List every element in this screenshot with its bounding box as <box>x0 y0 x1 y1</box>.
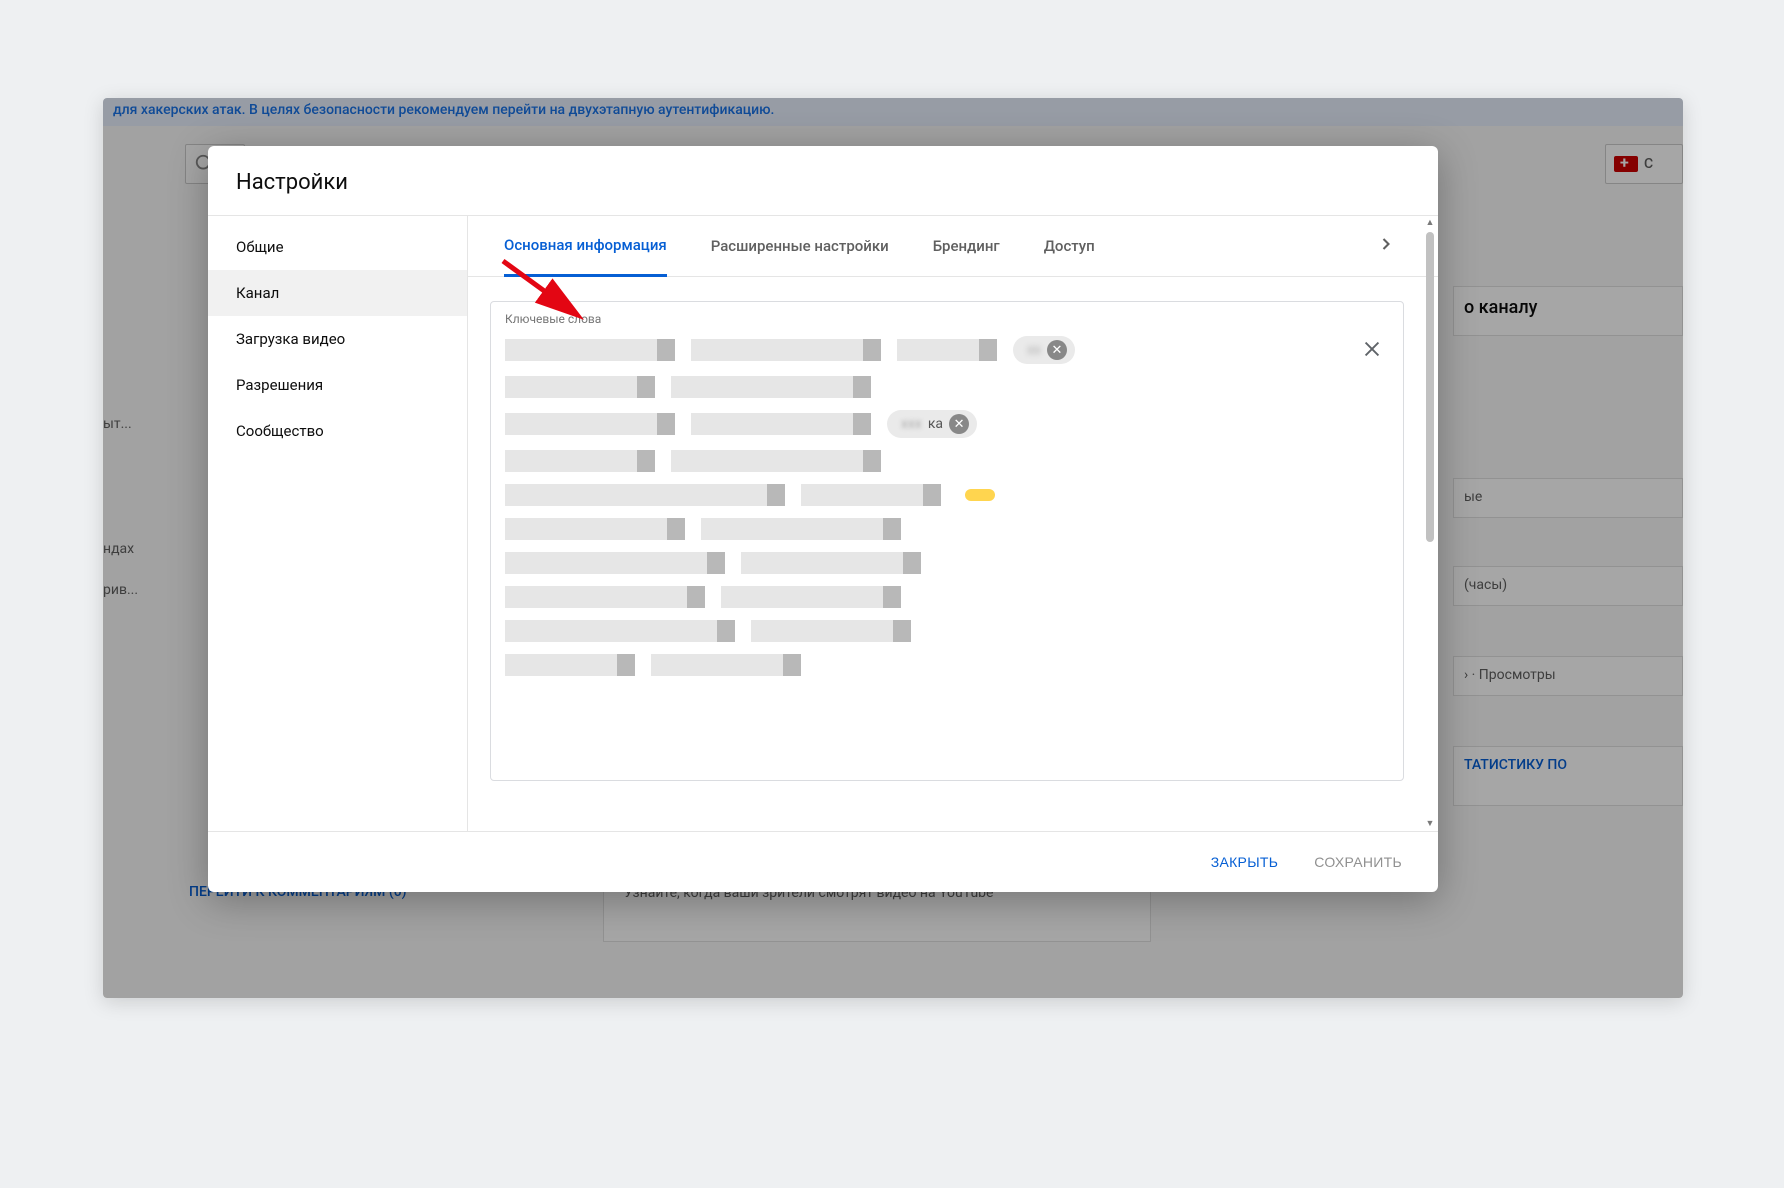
keywords-label: Ключевые слова <box>505 312 1389 326</box>
keyword-chips: xx✕ xxxка✕ <box>505 336 1389 676</box>
keyword-chip[interactable]: xxxка✕ <box>887 410 977 438</box>
dialog-title: Настройки <box>208 146 1438 216</box>
settings-sidebar: Общие Канал Загрузка видео Разрешения Со… <box>208 216 468 831</box>
highlight-marker <box>965 489 995 501</box>
close-icon <box>1361 338 1383 360</box>
close-button[interactable]: ЗАКРЫТЬ <box>1199 846 1291 878</box>
settings-main: Основная информация Расширенные настройк… <box>468 216 1438 831</box>
sidebar-item-general[interactable]: Общие <box>208 224 467 270</box>
scroll-up-arrow[interactable]: ▲ <box>1424 218 1436 228</box>
tab-advanced[interactable]: Расширенные настройки <box>711 217 889 275</box>
tabs-row: Основная информация Расширенные настройк… <box>468 216 1438 277</box>
dialog-footer: ЗАКРЫТЬ СОХРАНИТЬ <box>208 831 1438 892</box>
screenshot-frame: для хакерских атак. В целях безопасности… <box>103 98 1683 998</box>
save-button[interactable]: СОХРАНИТЬ <box>1302 846 1414 878</box>
keywords-clear-button[interactable] <box>1355 332 1389 370</box>
sidebar-item-permissions[interactable]: Разрешения <box>208 362 467 408</box>
keyword-chip[interactable]: xx✕ <box>1013 336 1075 364</box>
chip-remove-icon[interactable]: ✕ <box>949 414 969 434</box>
chip-text-tail: ка <box>928 416 943 432</box>
scroll-thumb[interactable] <box>1426 232 1434 542</box>
tabs-scroll-right[interactable] <box>1370 228 1402 264</box>
chevron-right-icon <box>1376 234 1396 254</box>
keywords-field[interactable]: Ключевые слова xx✕ xxxка✕ <box>490 301 1404 781</box>
settings-dialog: Настройки Общие Канал Загрузка видео Раз… <box>208 146 1438 892</box>
dialog-body: Общие Канал Загрузка видео Разрешения Со… <box>208 216 1438 831</box>
tab-access[interactable]: Доступ <box>1044 217 1095 275</box>
sidebar-item-community[interactable]: Сообщество <box>208 408 467 454</box>
scroll-down-arrow[interactable]: ▼ <box>1424 819 1436 829</box>
scrollbar[interactable]: ▲ ▼ <box>1424 218 1436 829</box>
chip-remove-icon[interactable]: ✕ <box>1047 340 1067 360</box>
tab-basic-info[interactable]: Основная информация <box>504 216 667 277</box>
tab-branding[interactable]: Брендинг <box>933 217 1000 275</box>
sidebar-item-channel[interactable]: Канал <box>208 270 467 316</box>
sidebar-item-upload[interactable]: Загрузка видео <box>208 316 467 362</box>
